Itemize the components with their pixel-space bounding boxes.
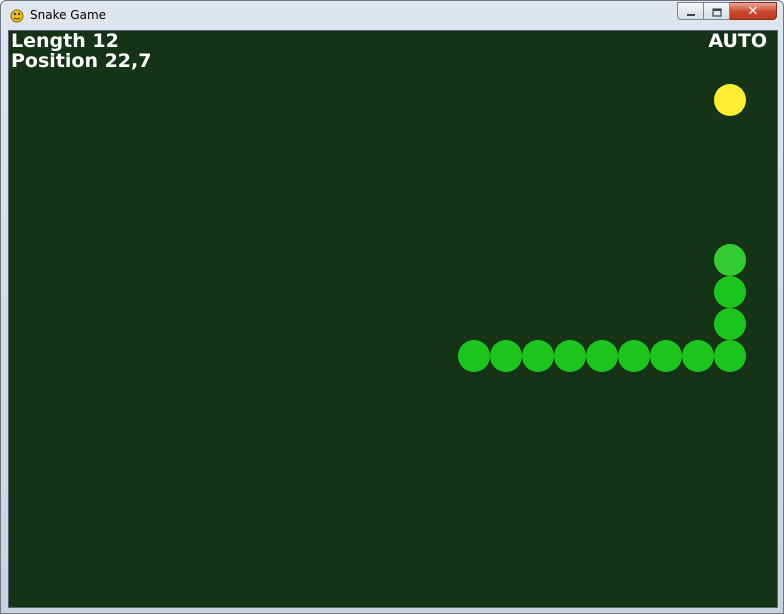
hud-stats: Length 12 Position 22,7 bbox=[11, 31, 151, 71]
pygame-snake-icon bbox=[9, 7, 25, 23]
title-bar[interactable]: Snake Game ✕ bbox=[1, 1, 783, 30]
snake-segment bbox=[458, 340, 490, 372]
food-pellet bbox=[714, 84, 746, 116]
snake-segment bbox=[714, 308, 746, 340]
snake-segment bbox=[554, 340, 586, 372]
snake-segment bbox=[714, 340, 746, 372]
length-label: Length 12 bbox=[11, 30, 119, 52]
maximize-button[interactable] bbox=[704, 2, 730, 20]
close-icon: ✕ bbox=[747, 3, 759, 19]
minimize-icon bbox=[686, 2, 696, 21]
snake-segment bbox=[682, 340, 714, 372]
game-window: Snake Game ✕ Length 12 Position 22,7 AUT… bbox=[0, 0, 784, 614]
minimize-button[interactable] bbox=[677, 2, 704, 20]
close-button[interactable]: ✕ bbox=[730, 2, 777, 20]
position-label: Position 22,7 bbox=[11, 50, 152, 72]
snake-segment bbox=[714, 276, 746, 308]
window-controls: ✕ bbox=[677, 2, 777, 21]
snake-segment bbox=[522, 340, 554, 372]
window-title: Snake Game bbox=[30, 8, 107, 22]
snake-segment bbox=[586, 340, 618, 372]
mode-label: AUTO bbox=[708, 30, 767, 52]
snake-segment bbox=[650, 340, 682, 372]
snake-segment bbox=[490, 340, 522, 372]
snake-head bbox=[714, 244, 746, 276]
game-canvas[interactable]: Length 12 Position 22,7 AUTO bbox=[8, 30, 778, 608]
maximize-icon bbox=[711, 2, 722, 21]
snake-segment bbox=[618, 340, 650, 372]
